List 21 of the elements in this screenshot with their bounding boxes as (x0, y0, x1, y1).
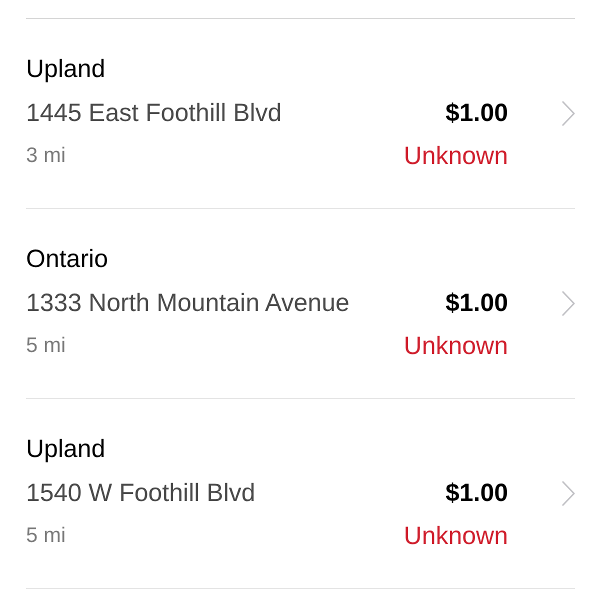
availability-status: Unknown (404, 332, 508, 360)
street-address: 1540 W Foothill Blvd (26, 479, 256, 507)
city-name: Ontario (26, 245, 108, 273)
street-address: 1333 North Mountain Avenue (26, 289, 350, 317)
distance: 3 mi (26, 143, 66, 169)
price: $1.00 (445, 479, 508, 507)
street-address: 1445 East Foothill Blvd (26, 99, 282, 127)
chevron-right-icon (562, 290, 575, 316)
distance: 5 mi (26, 523, 66, 549)
location-list-item[interactable]: Upland 1445 East Foothill Blvd $1.00 3 mi Unknown (26, 19, 575, 209)
city-name: Upland (26, 55, 106, 83)
chevron-right-icon (562, 100, 575, 126)
city-name: Upland (26, 435, 106, 463)
availability-status: Unknown (404, 142, 508, 170)
price: $1.00 (445, 99, 508, 127)
location-list-item[interactable]: Upland 1540 W Foothill Blvd $1.00 5 mi Unknown (26, 399, 575, 589)
location-list-item[interactable]: Ontario 1333 North Mountain Avenue $1.00 5 mi Unknown (26, 209, 575, 399)
chevron-right-icon (562, 480, 575, 506)
availability-status: Unknown (404, 522, 508, 550)
price: $1.00 (445, 289, 508, 317)
distance: 5 mi (26, 333, 66, 359)
